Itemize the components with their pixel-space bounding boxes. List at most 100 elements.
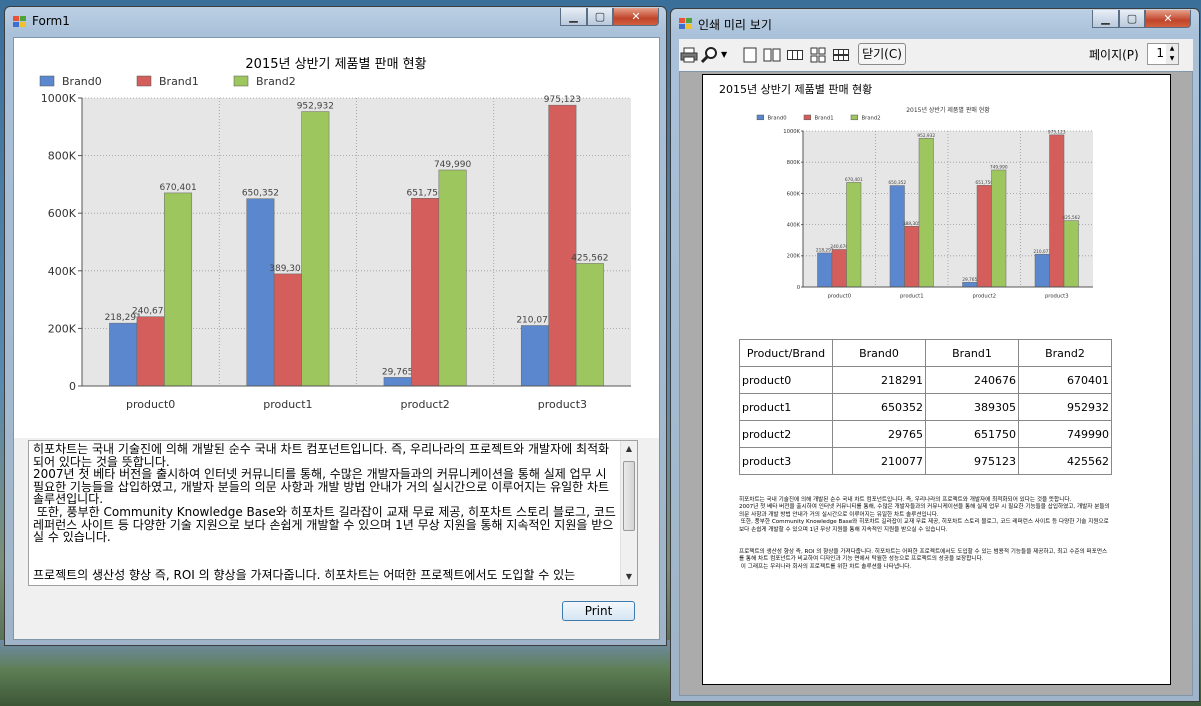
page-spinner[interactable]: 1 ▲ ▼	[1147, 43, 1179, 65]
print-icon[interactable]	[680, 46, 698, 64]
x-tick-label: product1	[263, 398, 312, 411]
bar	[273, 273, 302, 387]
mini-legend-swatch	[803, 114, 811, 121]
mini-bar	[1034, 253, 1050, 288]
minimize-button[interactable]: ▁	[560, 8, 587, 26]
legend-label: Brand2	[256, 75, 296, 88]
mini-bar	[831, 249, 847, 288]
mini-y-tick-label: 0	[797, 285, 800, 291]
table-cell: 240676	[925, 366, 1019, 394]
mini-x-tick-label: product0	[827, 294, 851, 300]
bar	[109, 322, 138, 387]
legend-swatch	[39, 75, 55, 87]
mini-data-label: 389,305	[903, 221, 921, 227]
mini-legend-label: Brand1	[815, 115, 834, 121]
mini-data-label: 425,562	[1062, 215, 1080, 221]
scroll-up-arrow-icon[interactable]: ▲	[621, 441, 637, 457]
y-tick-label: 200K	[48, 322, 77, 335]
form1-titlebar[interactable]: Form1 ▁ ▢ ✕	[5, 7, 666, 35]
chart-control[interactable]: 2015년 상반기 제품별 판매 현황 Brand0 Brand1 Brand2 0 2…	[14, 38, 659, 438]
table-header: Product/Brand	[739, 339, 833, 367]
mini-legend-label: Brand2	[862, 115, 881, 121]
table-cell: 749990	[1018, 420, 1112, 448]
page-description-text: 히포차트는 국내 기술진에 의해 개발된 순수 국내 차트 컴포넌트입니다. 즉…	[739, 497, 1110, 570]
data-label: 240,676	[132, 307, 169, 317]
four-pages-icon[interactable]	[809, 46, 827, 64]
bar	[411, 198, 440, 387]
mini-chart-group: 2015년 상반기 제품별 판매 현황 Brand0 Brand1 Brand2 0 20…	[756, 106, 1093, 300]
mini-bar	[962, 282, 978, 288]
mini-data-label: 29,765	[962, 277, 977, 283]
close-button[interactable]: ✕	[613, 8, 659, 26]
maximize-button[interactable]: ▢	[587, 8, 613, 26]
description-textbox[interactable]: 히포차트는 국내 기술진에 의해 개발된 순수 국내 차트 컴포넌트입니다. 즉…	[28, 440, 638, 586]
table-header: Brand1	[925, 339, 1019, 367]
print-button[interactable]: Print	[562, 601, 635, 621]
page-label: 페이지(P)	[1089, 48, 1139, 62]
desktop-background	[0, 640, 670, 706]
window-title: 인쇄 미리 보기	[698, 18, 772, 32]
preview-area[interactable]: 2015년 상반기 제품별 판매 현황 2015년 상반기 제품별 판매 현황 B…	[679, 71, 1193, 696]
bar	[383, 377, 412, 387]
minimize-button[interactable]: ▁	[1092, 10, 1119, 28]
table-row: product3 210077 975123 425562	[739, 447, 1112, 475]
table-cell: 952932	[1018, 393, 1112, 421]
app-icon	[13, 16, 27, 28]
table-cell: 210077	[832, 447, 926, 475]
x-tick-label: product3	[538, 398, 587, 411]
zoom-dropdown-icon[interactable]: ▼	[721, 44, 727, 66]
mini-y-tick-label: 800K	[787, 160, 801, 166]
table-cell: 670401	[1018, 366, 1112, 394]
legend-label: Brand0	[62, 75, 102, 88]
mini-data-label: 952,932	[917, 133, 935, 139]
table-cell: product0	[739, 366, 833, 394]
table-cell: 218291	[832, 366, 926, 394]
app-icon	[679, 18, 693, 30]
legend-label: Brand1	[159, 75, 199, 88]
table-row: product0 218291 240676 670401	[739, 366, 1112, 394]
scroll-thumb[interactable]	[623, 461, 635, 531]
page-chart-title: 2015년 상반기 제품별 판매 현황	[719, 83, 873, 96]
table-cell: 425562	[1018, 447, 1112, 475]
close-button[interactable]: ✕	[1145, 10, 1191, 28]
data-label: 952,932	[297, 102, 334, 112]
three-pages-icon[interactable]	[786, 46, 804, 64]
data-label: 670,401	[159, 183, 196, 193]
two-pages-icon[interactable]	[763, 46, 781, 64]
mini-data-label: 240,676	[830, 244, 848, 250]
form1-window: Form1 ▁ ▢ ✕ 2015년 상반기 제품별 판매 현황 Brand0 Br…	[4, 6, 667, 646]
one-page-icon[interactable]	[741, 46, 759, 64]
data-label: 389,305	[269, 264, 306, 274]
mini-bar	[817, 252, 833, 288]
mini-x-tick-label: product2	[972, 294, 996, 300]
mini-bar	[904, 226, 920, 288]
bar	[438, 169, 467, 387]
mini-data-label: 210,077	[1033, 249, 1051, 255]
y-tick-label: 600K	[48, 207, 77, 220]
bar	[164, 192, 193, 387]
maximize-button[interactable]: ▢	[1119, 10, 1145, 28]
close-preview-button[interactable]: 닫기(C)	[858, 43, 906, 65]
scroll-down-arrow-icon[interactable]: ▼	[621, 569, 637, 585]
bar	[136, 316, 165, 387]
six-pages-icon[interactable]	[832, 46, 850, 64]
vertical-scrollbar[interactable]: ▲ ▼	[620, 441, 637, 585]
data-label: 749,990	[434, 160, 471, 170]
x-tick-label: product2	[400, 398, 449, 411]
mini-bar	[991, 169, 1007, 288]
mini-data-label: 749,990	[990, 165, 1008, 171]
data-label: 651,750	[407, 188, 444, 198]
table-cell: 29765	[832, 420, 926, 448]
spinner-up-icon[interactable]: ▲	[1166, 44, 1178, 54]
form1-client: 2015년 상반기 제품별 판매 현황 Brand0 Brand1 Brand2 0 2…	[13, 37, 660, 640]
mini-x-tick-label: product1	[900, 294, 924, 300]
legend-swatch	[233, 75, 249, 87]
spinner-down-icon[interactable]: ▼	[1166, 54, 1178, 64]
table-header: Brand0	[832, 339, 926, 367]
mini-data-label: 670,401	[845, 177, 863, 183]
page-chart-image: 2015년 상반기 제품별 판매 현황 Brand0 Brand1 Brand2 0 20…	[756, 106, 1093, 300]
zoom-icon[interactable]	[701, 46, 719, 64]
table-row: product2 29765 651750 749990	[739, 420, 1112, 448]
preview-titlebar[interactable]: 인쇄 미리 보기 ▁ ▢ ✕	[671, 9, 1199, 37]
mini-legend-label: Brand0	[768, 115, 787, 121]
